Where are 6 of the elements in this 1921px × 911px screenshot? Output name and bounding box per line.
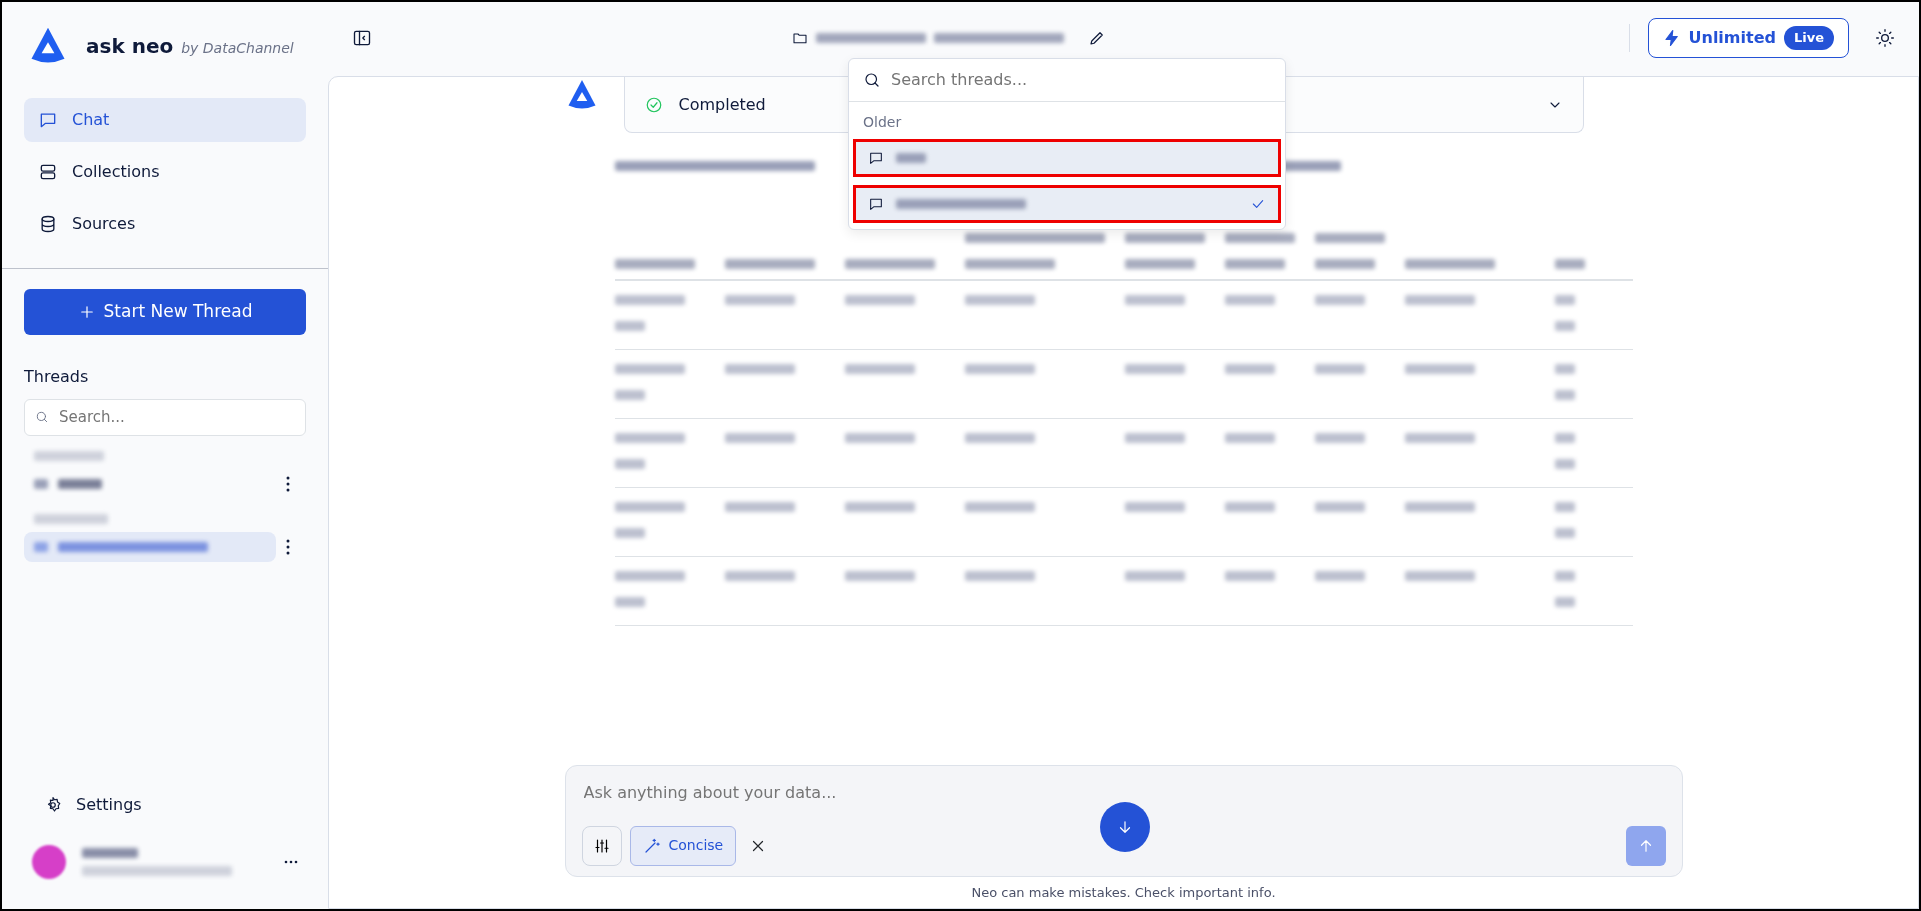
live-badge: Live — [1783, 26, 1834, 50]
group-label: Older — [862, 113, 903, 132]
brand-name: ask neo — [86, 33, 174, 60]
threads-heading: Threads — [24, 366, 90, 388]
disclaimer-text: Neo can make mistakes. Check important info. — [971, 883, 1276, 902]
brand-tagline: by DataChannel — [181, 38, 294, 58]
